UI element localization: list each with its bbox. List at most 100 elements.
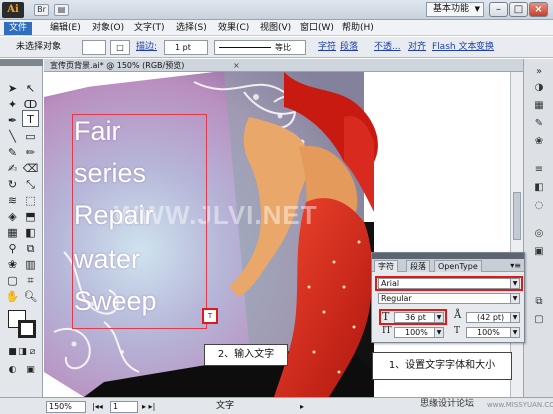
stroke-link[interactable]: 描边: <box>136 42 157 53</box>
paragraph-link[interactable]: 段落 <box>340 42 358 53</box>
font-style-value: Regular <box>381 294 412 303</box>
stroke-swatch[interactable]: □ <box>110 40 130 55</box>
stroke-profile-dropdown[interactable]: 等比 <box>214 40 306 55</box>
screen-mode-icon[interactable]: ▣ <box>22 362 39 379</box>
shape-builder-icon[interactable]: ◈ <box>4 208 21 225</box>
menu-edit[interactable]: 编辑(E) <box>50 22 81 34</box>
menu-window[interactable]: 窗口(W) <box>300 22 334 34</box>
stroke-color-box[interactable] <box>18 320 36 338</box>
blend-icon[interactable]: ⧉ <box>22 240 39 257</box>
pen-icon[interactable]: ✒ <box>4 112 21 129</box>
canvas[interactable]: WWW.JLVI.NET Fair series Repair water Sw… <box>44 72 510 397</box>
menu-effect[interactable]: 效果(C) <box>218 22 249 34</box>
no-selection-label: 未选择对象 <box>16 42 62 52</box>
draw-normal-icon[interactable]: ◐ <box>4 362 21 379</box>
text-line-5: Sweep <box>74 286 157 316</box>
font-style-dropdown[interactable]: Regular ▼ <box>378 293 520 304</box>
gradient-panel-icon[interactable]: ◧ <box>532 181 546 195</box>
opacity-link[interactable]: 不透... <box>374 42 401 53</box>
menu-bar: 文件(F) 编辑(E) 对象(O) 文字(T) 选择(S) 效果(C) 视图(V… <box>0 20 553 45</box>
zoom-icon[interactable]: 🔍︎ <box>22 288 39 305</box>
magic-wand-icon[interactable]: ✦ <box>4 96 21 113</box>
status-menu-icon[interactable]: ▸ <box>300 401 304 412</box>
next-page-icon[interactable]: ▸ ▸| <box>142 401 155 412</box>
minimize-button[interactable]: – <box>489 2 508 17</box>
blob-brush-icon[interactable]: ✍ <box>4 160 21 177</box>
first-page-icon[interactable]: |◂◂ <box>92 401 103 412</box>
rotate-icon[interactable]: ↻ <box>4 176 21 193</box>
color-panel-icon[interactable]: ◑ <box>532 81 546 95</box>
stroke-panel-icon[interactable]: ≡ <box>532 163 546 177</box>
chevron-down-icon: ▼ <box>510 313 519 322</box>
menu-select[interactable]: 选择(S) <box>176 22 207 34</box>
leading-icon: Å <box>454 310 462 321</box>
align-link[interactable]: 对齐 <box>408 42 426 53</box>
graph-icon[interactable]: ▥ <box>22 256 39 273</box>
stroke-preview-line <box>219 47 271 48</box>
graphic-styles-panel-icon[interactable]: ▣ <box>532 245 546 259</box>
close-tab-icon[interactable]: × <box>233 60 240 71</box>
hand-icon[interactable]: ✋ <box>4 288 21 305</box>
menu-type[interactable]: 文字(T) <box>134 22 165 34</box>
artboards-panel-icon[interactable]: ▢ <box>532 313 546 327</box>
workspace-switcher[interactable]: 基本功能 ▼ <box>426 2 484 17</box>
transform-link[interactable]: 变换 <box>476 42 494 53</box>
tab-paragraph[interactable]: 段落 <box>406 260 430 272</box>
leading-field[interactable]: (42 pt) ▼ <box>466 312 520 323</box>
layers-panel-icon[interactable]: ⧉ <box>532 295 546 309</box>
brush-icon[interactable]: ✎ <box>4 144 21 161</box>
horizontal-scale-field[interactable]: 100% ▼ <box>466 327 520 338</box>
slice-icon[interactable]: ⌗ <box>22 272 39 289</box>
document-tab[interactable]: 宣传页背景.ai* @ 150% (RGB/预览) × <box>44 59 553 72</box>
tab-opentype[interactable]: OpenType <box>434 260 482 272</box>
gradient-icon[interactable]: ◧ <box>22 224 39 241</box>
scrollbar-thumb[interactable] <box>513 192 521 240</box>
line-icon[interactable]: ╲ <box>4 128 21 145</box>
tab-character[interactable]: 字符 <box>374 260 398 272</box>
stroke-weight-field[interactable]: 1 pt <box>164 40 208 55</box>
character-panel: 字符 段落 OpenType ▾≡ Arial ▼ Regular ▼ T 36… <box>371 252 525 343</box>
maximize-button[interactable]: □ <box>509 2 528 17</box>
select-icon[interactable]: ➤ <box>4 80 21 97</box>
bridge-button[interactable]: Br <box>34 4 49 16</box>
flash-text-link[interactable]: Flash 文本 <box>432 42 476 53</box>
free-transform-icon[interactable]: ⬚ <box>22 192 39 209</box>
eraser-icon[interactable]: ⌫ <box>22 160 39 177</box>
vertical-scale-field[interactable]: 100% ▼ <box>394 327 444 338</box>
tools-panel-grip[interactable] <box>0 59 43 66</box>
menu-view[interactable]: 视图(V) <box>260 22 291 34</box>
perspective-icon[interactable]: ⬒ <box>22 208 39 225</box>
rect-icon[interactable]: ▭ <box>22 128 39 145</box>
swatches-panel-icon[interactable]: ▦ <box>532 99 546 113</box>
panel-menu-icon[interactable]: ▾≡ <box>510 260 521 271</box>
appearance-panel-icon[interactable]: ◎ <box>532 227 546 241</box>
menu-file[interactable]: 文件(F) <box>4 22 32 45</box>
close-button[interactable]: × <box>529 2 548 17</box>
font-family-highlight <box>375 276 523 291</box>
brushes-panel-icon[interactable]: ✎ <box>532 117 546 131</box>
zoom-field[interactable]: 150% <box>46 401 86 413</box>
vertical-scrollbar[interactable] <box>510 72 523 397</box>
none-mode-icon[interactable]: ⧄ <box>24 344 41 361</box>
character-link[interactable]: 字符 <box>318 42 336 53</box>
scale-icon[interactable]: ⤡ <box>22 176 39 193</box>
symbols-panel-icon[interactable]: ❀ <box>532 135 546 149</box>
symbol-icon[interactable]: ❀ <box>4 256 21 273</box>
type-icon[interactable]: T <box>22 110 39 127</box>
transparency-panel-icon[interactable]: ◌ <box>532 199 546 213</box>
menu-help[interactable]: 帮助(H) <box>342 22 374 34</box>
mesh-icon[interactable]: ▦ <box>4 224 21 241</box>
artboard-icon[interactable]: ▢ <box>4 272 21 289</box>
direct-select-icon[interactable]: ↖ <box>22 80 39 97</box>
fill-swatch[interactable] <box>82 40 106 55</box>
pencil-icon[interactable]: ✏ <box>22 144 39 161</box>
text-line-2: series <box>74 158 147 188</box>
arrange-documents-button[interactable]: ▤ <box>54 4 69 16</box>
menu-object[interactable]: 对象(O) <box>92 22 124 34</box>
zoom-value: 150% <box>49 402 72 411</box>
collapse-icon[interactable]: » <box>532 65 546 79</box>
eyedropper-icon[interactable]: ⚲ <box>4 240 21 257</box>
type-cursor-icon: T <box>202 308 218 324</box>
page-field[interactable]: 1 <box>110 401 138 413</box>
warp-icon[interactable]: ≋ <box>4 192 21 209</box>
